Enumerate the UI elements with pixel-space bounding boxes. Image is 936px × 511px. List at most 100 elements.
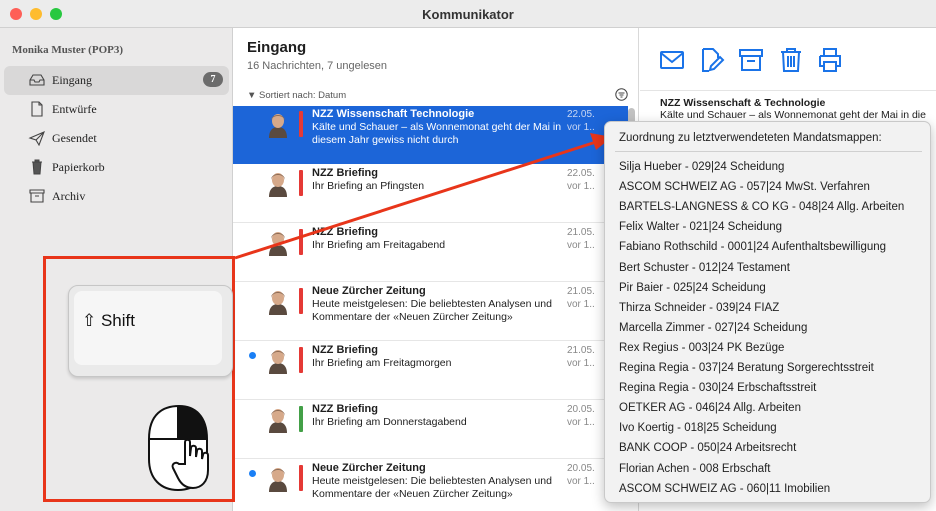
context-menu-item[interactable]: Rex Regius - 003|24 PK Bezüge (619, 342, 784, 354)
message-subject: Kälte und Schauer – als Wonnemonat geht … (312, 121, 562, 146)
message-date: 22.05.2vor 1... (567, 168, 595, 192)
disclosure-triangle-icon: ▼ (247, 90, 257, 101)
context-menu-item[interactable]: Regina Regia - 030|24 Erbschaftsstreit (619, 382, 816, 394)
draft-icon (31, 101, 43, 117)
shift-key-illustration: ⇧ Shift (68, 285, 233, 377)
message-date: 20.05.2vor 1...4 (567, 404, 595, 428)
context-menu-item[interactable]: ASCOM SCHWEIZ AG - 060|11 Imobilien (619, 483, 830, 495)
flag-marker (299, 229, 303, 255)
context-menu-item[interactable]: Bert Schuster - 012|24 Testament (619, 262, 790, 274)
context-menu-header: Zuordnung zu letztverwendeteten Mandatsm… (619, 132, 882, 144)
sender-avatar (269, 350, 287, 374)
message-date: 22.05.21vor 1... (567, 109, 595, 133)
sidebar-item-papierkorb[interactable]: Papierkorb (4, 153, 229, 182)
sender-avatar (269, 409, 287, 433)
sort-label: Sortiert nach: Datum (259, 90, 347, 101)
message-row[interactable]: NZZ Briefing Ihr Briefing an Pfingsten 22.… (233, 165, 628, 223)
sidebar-item-entwuerfe[interactable]: Entwürfe (4, 95, 229, 124)
title-bar: Kommunikator (0, 0, 936, 28)
message-row[interactable]: Neue Zürcher Zeitung Heute meistgelesen: … (233, 283, 628, 341)
inbox-icon (29, 74, 45, 86)
archive-icon (29, 189, 45, 203)
sent-icon (28, 130, 45, 146)
context-menu-item[interactable]: Silja Hueber - 029|24 Scheidung (619, 161, 784, 173)
context-menu: Zuordnung zu letztverwendeteten Mandatsm… (604, 121, 931, 503)
sidebar-item-eingang[interactable]: Eingang 7 (4, 66, 229, 95)
mailbox-summary: 16 Nachrichten, 7 ungelesen (247, 60, 388, 72)
message-sender: NZZ Wissenschaft Technologie (312, 108, 475, 120)
sidebar-item-label: Archiv (52, 189, 86, 203)
mail-icon[interactable] (658, 46, 686, 74)
sidebar-item-label: Eingang (52, 73, 92, 87)
message-subject: Ihr Briefing am Donnerstagabend (312, 416, 467, 428)
message-sender: Neue Zürcher Zeitung (312, 462, 426, 474)
sender-avatar (269, 232, 287, 256)
context-menu-item[interactable]: Fabiano Rothschild - 0001|24 Aufenthalts… (619, 241, 886, 253)
account-name: Monika Muster (POP3) (12, 44, 124, 56)
message-sender: Neue Zürcher Zeitung (312, 285, 426, 297)
context-menu-item[interactable]: BANK COOP - 050|24 Arbeitsrecht (619, 442, 796, 454)
context-menu-item[interactable]: BARTELS-LANGNESS & CO KG - 048|24 Allg. … (619, 201, 904, 213)
archive-icon[interactable] (737, 46, 765, 74)
unread-dot (249, 470, 256, 477)
sender-avatar (269, 291, 287, 315)
filter-icon[interactable] (615, 88, 628, 101)
app-window: Kommunikator Monika Muster (POP3) Eingan… (0, 0, 936, 511)
context-menu-item[interactable]: Pir Baier - 025|24 Scheidung (619, 282, 766, 294)
context-menu-item[interactable]: ASCOM SCHWEIZ AG - 057|24 MwSt. Verfahre… (619, 181, 870, 193)
sidebar-item-gesendet[interactable]: Gesendet (4, 124, 229, 153)
sender-avatar (269, 468, 287, 492)
message-sender: NZZ Briefing (312, 403, 378, 415)
toolbar-divider (640, 90, 936, 91)
mailbox-title: Eingang (247, 39, 307, 56)
shift-key-label: ⇧ Shift (82, 311, 135, 330)
message-sender: NZZ Briefing (312, 167, 378, 179)
context-menu-divider (615, 151, 922, 152)
context-menu-item[interactable]: Marcella Zimmer - 027|24 Scheidung (619, 322, 807, 334)
window-title: Kommunikator (422, 7, 514, 22)
message-row[interactable]: NZZ Briefing Ihr Briefing am Donnerstagab… (233, 401, 628, 459)
sidebar-item-archiv[interactable]: Archiv (4, 182, 229, 211)
message-sender: NZZ Briefing (312, 344, 378, 356)
sender-avatar (269, 114, 287, 138)
message-date: 21.05.2vor 1...3 (567, 345, 595, 369)
message-row[interactable]: NZZ Wissenschaft Technologie Kälte und Sc… (233, 106, 628, 164)
unread-dot (249, 352, 256, 359)
unread-count-badge: 7 (203, 72, 223, 87)
flag-marker (299, 465, 303, 491)
message-sender: NZZ Wissenschaft & Technologie (660, 97, 826, 109)
sender-avatar (269, 173, 287, 197)
context-menu-item[interactable]: Felix Walter - 021|24 Scheidung (619, 221, 782, 233)
context-menu-item[interactable]: Regina Regia - 037|24 Beratung Sorgerech… (619, 362, 874, 374)
message-row[interactable]: NZZ Briefing Ihr Briefing am Freitagmorge… (233, 342, 628, 400)
context-menu-item[interactable]: OETKER AG - 046|24 Allg. Arbeiten (619, 402, 801, 414)
message-preview: Kälte und Schauer – als Wonnemonat geht … (660, 109, 926, 121)
flag-marker (299, 347, 303, 373)
sidebar-item-label: Papierkorb (52, 160, 105, 174)
context-menu-item[interactable]: Thirza Schneider - 039|24 FIAZ (619, 302, 779, 314)
message-subject: Ihr Briefing am Freitagabend (312, 239, 446, 251)
flag-marker (299, 111, 303, 137)
message-list-pane: Eingang 16 Nachrichten, 7 ungelesen ▼ So… (233, 28, 639, 511)
print-icon[interactable] (816, 46, 844, 74)
message-sender: NZZ Briefing (312, 226, 378, 238)
flag-marker (299, 170, 303, 196)
message-subject: Ihr Briefing am Freitagmorgen (312, 357, 452, 369)
sidebar-item-label: Entwürfe (52, 102, 97, 116)
compose-icon[interactable] (697, 46, 725, 74)
message-subject: Heute meistgelesen: Die beliebtesten Ana… (312, 475, 552, 500)
context-menu-item[interactable]: Florian Achen - 008 Erbschaft (619, 463, 771, 475)
trash-icon[interactable] (777, 46, 805, 74)
message-row[interactable]: NZZ Briefing Ihr Briefing am Freitagabend… (233, 224, 628, 282)
message-date: 21.05.2vor 1...3 (567, 227, 595, 251)
flag-marker (299, 288, 303, 314)
message-subject: Ihr Briefing an Pfingsten (312, 180, 425, 192)
sidebar-item-label: Gesendet (52, 131, 97, 145)
mouse-click-icon (148, 404, 209, 492)
flag-marker (299, 406, 303, 432)
context-menu-item[interactable]: Ivo Koertig - 018|25 Scheidung (619, 422, 777, 434)
message-date: 20.05.2vor 1...4 (567, 463, 595, 487)
message-row[interactable]: Neue Zürcher Zeitung Heute meistgelesen: … (233, 460, 628, 511)
trash-icon (32, 159, 42, 175)
message-subject: Heute meistgelesen: Die beliebtesten Ana… (312, 298, 552, 323)
